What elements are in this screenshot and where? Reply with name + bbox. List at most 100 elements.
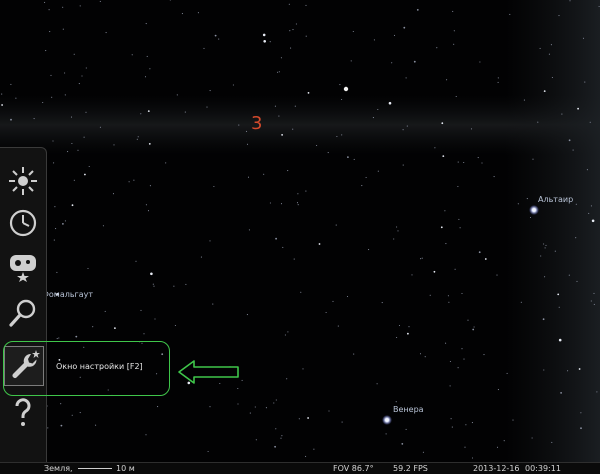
star: [284, 334, 286, 336]
star: [327, 152, 329, 154]
star: [173, 285, 175, 287]
star: [53, 239, 55, 241]
star: [209, 406, 211, 408]
star: [112, 193, 115, 195]
star: [292, 128, 294, 130]
star: [589, 121, 591, 123]
star: [497, 81, 499, 83]
star: [411, 274, 413, 276]
star: [517, 203, 519, 205]
date-time-button[interactable]: [4, 204, 42, 242]
star: [580, 427, 582, 430]
star: [576, 280, 578, 282]
star: [203, 47, 205, 49]
sky-and-viewing-options-icon: [10, 255, 36, 282]
star: [532, 158, 534, 160]
star: [347, 156, 349, 159]
star: [584, 81, 586, 83]
star: [391, 62, 393, 64]
star: [365, 176, 367, 179]
star: [269, 41, 271, 43]
star: [165, 162, 167, 164]
star: [50, 74, 52, 76]
star: [154, 318, 156, 320]
star: [280, 437, 282, 439]
star: [302, 368, 304, 370]
star: [287, 170, 289, 172]
star: [567, 370, 569, 372]
star: [145, 23, 147, 25]
star: [448, 301, 450, 303]
star: [281, 435, 283, 437]
star: [53, 162, 55, 164]
star: [569, 0, 571, 2]
star: [58, 337, 60, 339]
star: [214, 34, 217, 37]
star: [78, 83, 80, 85]
star: [503, 440, 505, 442]
star: [60, 424, 63, 427]
star: [92, 326, 94, 328]
star: [471, 457, 474, 459]
star: [402, 129, 404, 131]
star: [75, 335, 78, 338]
star: [413, 60, 416, 63]
star: [300, 291, 302, 293]
bright-star[interactable]: [343, 86, 349, 92]
star: [457, 185, 459, 188]
star: [557, 293, 560, 296]
star: [406, 125, 408, 127]
star: [71, 414, 73, 416]
star: [209, 240, 211, 242]
star: [83, 136, 85, 138]
star: [373, 39, 375, 41]
star: [591, 219, 595, 223]
star: [484, 258, 487, 260]
star: [405, 428, 407, 430]
star: [149, 68, 151, 70]
star: [526, 198, 528, 200]
help-button[interactable]: [4, 392, 42, 430]
star: [296, 202, 299, 204]
star: [328, 410, 330, 412]
star: [248, 229, 250, 231]
star: [45, 50, 47, 52]
star: [104, 310, 106, 312]
star-altair[interactable]: [529, 205, 539, 215]
search-magnifier-icon: [9, 299, 36, 327]
star: [181, 13, 183, 15]
star: [305, 190, 307, 192]
star: [298, 418, 300, 420]
planet-venus[interactable]: [382, 415, 392, 425]
sky-view[interactable]: [0, 0, 600, 474]
star: [350, 60, 352, 62]
sky-options-button[interactable]: [4, 248, 42, 286]
star: [596, 391, 598, 393]
star: [114, 327, 116, 329]
star: [144, 76, 147, 78]
search-button[interactable]: [4, 294, 42, 332]
sky-culture-button[interactable]: [4, 162, 42, 200]
star: [441, 122, 444, 125]
star: [146, 55, 148, 57]
star: [286, 378, 288, 380]
star: [442, 155, 445, 158]
star: [396, 336, 398, 339]
label-altair: Альтаир: [538, 195, 574, 204]
star: [478, 251, 481, 254]
star: [305, 455, 307, 457]
star: [274, 445, 276, 448]
sky-culture-sun-icon: [9, 167, 37, 195]
star: [590, 300, 592, 302]
star: [470, 128, 473, 130]
star: [419, 353, 422, 355]
star: [209, 90, 211, 92]
star: [293, 258, 295, 260]
star: [572, 149, 574, 151]
star: [531, 437, 533, 439]
star: [197, 12, 199, 14]
star: [471, 422, 473, 424]
star: [401, 443, 404, 445]
star: [582, 37, 585, 39]
star: [1, 104, 3, 106]
